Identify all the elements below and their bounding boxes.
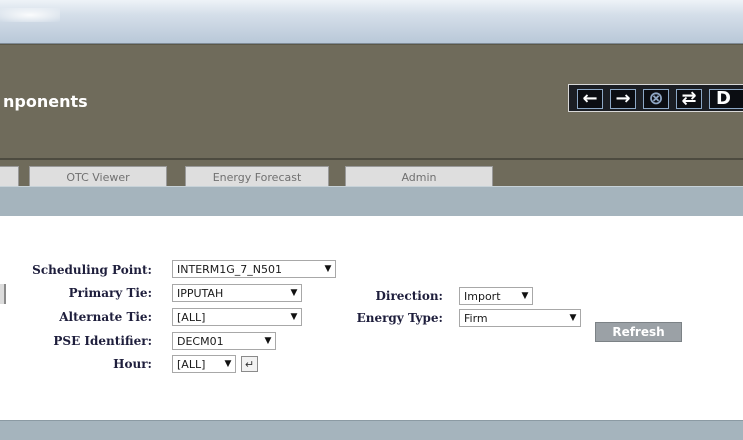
hour-select[interactable]: [ALL] ▼ <box>172 355 236 373</box>
chevron-down-icon: ▼ <box>264 336 272 346</box>
tab-admin[interactable]: Admin <box>345 166 493 188</box>
chevron-down-icon: ▼ <box>224 359 232 369</box>
primary-tie-select[interactable]: IPPUTAH ▼ <box>172 284 302 302</box>
tab-bar: OTC Viewer Energy Forecast Admin <box>0 158 743 188</box>
back-arrow-icon[interactable]: ← <box>577 89 603 109</box>
toolbar: ← → ⊗ ⇄ D <box>568 84 743 112</box>
print-icon[interactable]: D <box>709 89 743 109</box>
chevron-down-icon: ▼ <box>290 288 298 298</box>
alternate-tie-label: Alternate Tie: <box>59 310 152 324</box>
tab-energy-forecast[interactable]: Energy Forecast <box>185 166 329 188</box>
page-title: nponents <box>3 92 88 111</box>
direction-value: Import <box>464 289 501 303</box>
app-header: nponents ← → ⊗ ⇄ D <box>0 44 743 158</box>
scheduling-point-value: INTERM1G_7_N501 <box>177 262 283 276</box>
section-band <box>0 186 743 216</box>
direction-label: Direction: <box>375 289 444 303</box>
cancel-circle-icon[interactable]: ⊗ <box>643 89 669 109</box>
scheduling-point-label: Scheduling Point: <box>32 263 152 277</box>
hour-value: [ALL] <box>177 357 206 371</box>
filter-panel: Scheduling Point: INTERM1G_7_N501 ▼ Prim… <box>0 216 743 420</box>
forward-arrow-icon[interactable]: → <box>610 89 636 109</box>
energy-type-label: Energy Type: <box>356 311 443 325</box>
hour-label: Hour: <box>113 357 152 371</box>
pse-identifier-value: DECM01 <box>177 334 224 348</box>
tab-otc-viewer[interactable]: OTC Viewer <box>29 166 167 188</box>
titlebar-glare <box>0 8 60 22</box>
energy-type-value: Firm <box>464 311 488 325</box>
chevron-down-icon: ▼ <box>290 312 298 322</box>
chevron-down-icon: ▼ <box>324 264 332 274</box>
primary-tie-label: Primary Tie: <box>68 286 152 300</box>
footer-band <box>0 420 743 440</box>
window-titlebar <box>0 0 743 44</box>
refresh-button[interactable]: Refresh <box>595 322 682 342</box>
primary-tie-value: IPPUTAH <box>177 286 224 300</box>
energy-type-select[interactable]: Firm ▼ <box>459 309 581 327</box>
pse-identifier-select[interactable]: DECM01 ▼ <box>172 332 276 350</box>
swap-refresh-icon[interactable]: ⇄ <box>676 89 702 109</box>
panel-edge-handle <box>0 284 6 304</box>
direction-select[interactable]: Import ▼ <box>459 287 533 305</box>
enter-arrow-icon[interactable]: ↵ <box>241 356 258 372</box>
alternate-tie-select[interactable]: [ALL] ▼ <box>172 308 302 326</box>
chevron-down-icon: ▼ <box>569 313 577 323</box>
alternate-tie-value: [ALL] <box>177 310 206 324</box>
scheduling-point-select[interactable]: INTERM1G_7_N501 ▼ <box>172 260 336 278</box>
tab-partial[interactable] <box>0 166 19 188</box>
chevron-down-icon: ▼ <box>521 291 529 301</box>
pse-identifier-label: PSE Identifier: <box>53 334 152 348</box>
